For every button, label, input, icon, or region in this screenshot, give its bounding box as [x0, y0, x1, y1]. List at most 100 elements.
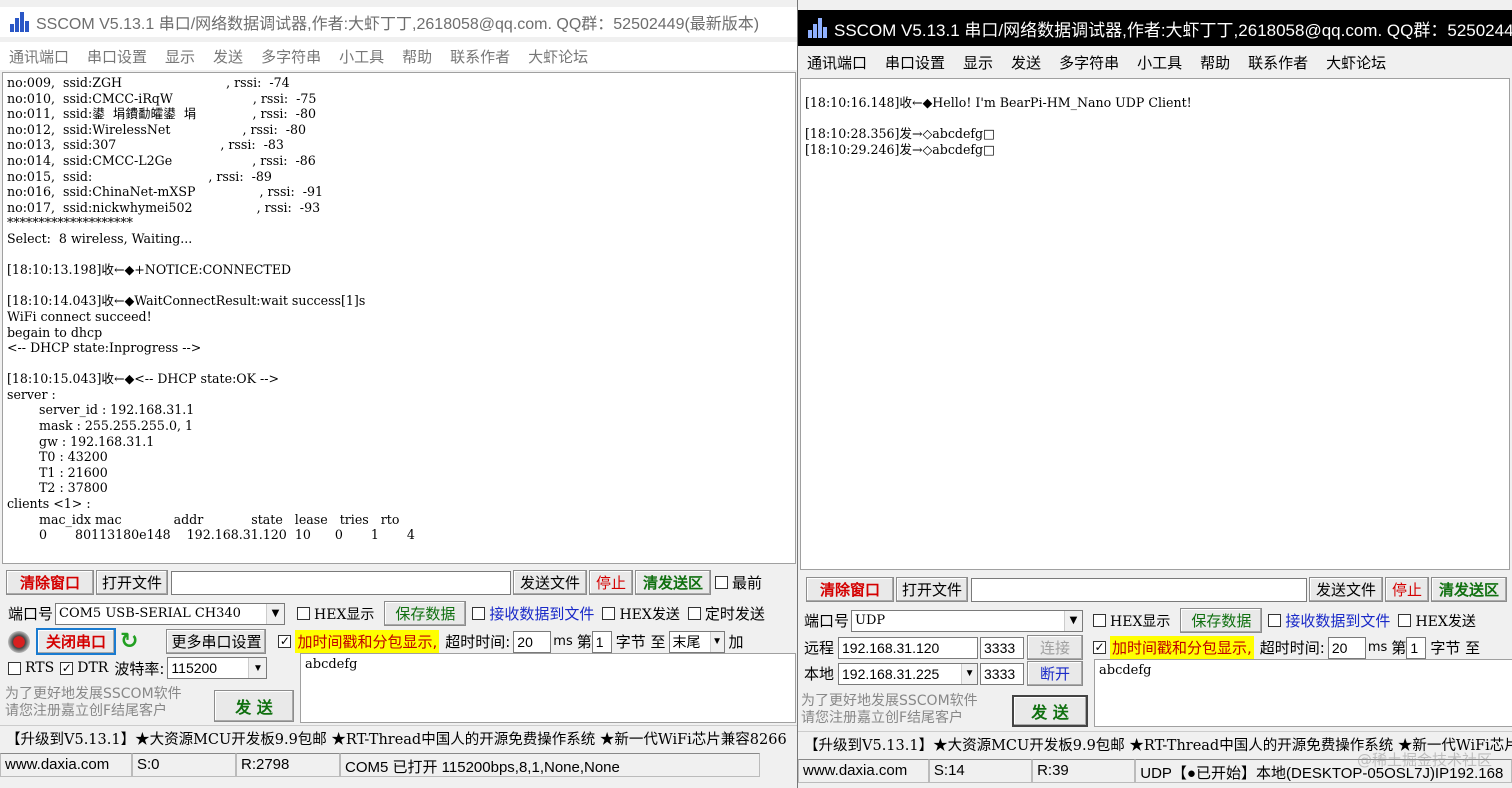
hex-send-checkbox[interactable] — [1398, 614, 1412, 627]
menu-item-help[interactable]: 帮助 — [1191, 48, 1239, 76]
clear-window-button[interactable]: 清除窗口 — [6, 570, 94, 595]
tail-value: 末尾 — [672, 633, 701, 650]
nth-input[interactable]: 1 — [1406, 636, 1427, 659]
chevron-down-icon[interactable]: ▼ — [248, 658, 267, 678]
baud-select[interactable]: 115200 ▼ — [167, 657, 268, 679]
port-select[interactable]: COM5 USB-SERIAL CH340 ▼ — [55, 602, 286, 625]
recv-to-file-checkbox[interactable] — [1268, 614, 1282, 627]
send-textarea[interactable]: abcdefg — [300, 653, 796, 723]
chevron-down-icon[interactable]: ▼ — [1064, 610, 1083, 631]
menu-item-multi-string[interactable]: 多字符串 — [252, 42, 330, 70]
chevron-down-icon[interactable]: ▼ — [961, 663, 978, 684]
port-label: 端口号 — [804, 612, 850, 630]
port-select[interactable]: UDP ▼ — [851, 609, 1084, 632]
send-file-button[interactable]: 发送文件 — [1309, 577, 1383, 602]
log-line: no:017, ssid:nickwhymei502 , rssi: -93 — [7, 199, 321, 215]
hex-send-checkbox[interactable] — [602, 607, 616, 620]
tail-select[interactable]: 末尾 ▼ — [668, 630, 725, 653]
append-label: 加 — [728, 633, 744, 651]
log-line: no:015, ssid: , rssi: -89 — [7, 168, 272, 184]
menu-item-port[interactable]: 通讯端口 — [798, 48, 876, 76]
timeout-input[interactable]: 20 — [513, 630, 552, 653]
more-serial-settings-button[interactable]: 更多串口设置 — [166, 629, 267, 654]
timeout-input[interactable]: 20 — [1327, 636, 1366, 659]
recv-to-file-checkbox[interactable] — [472, 607, 486, 620]
title-bar[interactable]: SSCOM V5.13.1 串口/网络数据调试器,作者:大虾丁丁,2618058… — [0, 7, 798, 37]
menu-item-port[interactable]: 通讯端口 — [0, 42, 78, 70]
timestamp-checkbox[interactable]: ✓ — [278, 635, 292, 648]
remote-label: 远程 — [804, 639, 835, 657]
dtr-checkbox[interactable]: ✓ — [60, 661, 74, 675]
open-file-button[interactable]: 打开文件 — [896, 577, 968, 602]
log-line: [18:10:13.198]收←◆+NOTICE:CONNECTED — [7, 262, 292, 278]
disconnect-button[interactable]: 断开 — [1027, 661, 1084, 686]
chevron-down-icon[interactable]: ▼ — [709, 631, 724, 652]
save-data-button[interactable]: 保存数据 — [384, 601, 467, 626]
nth-input[interactable]: 1 — [591, 630, 612, 653]
sscom-window-udp: SSCOM V5.13.1 串口/网络数据调试器,作者:大虾丁丁,2618058… — [797, 0, 1512, 788]
save-data-button[interactable]: 保存数据 — [1180, 608, 1263, 633]
refresh-icon[interactable]: ↻ — [120, 629, 138, 654]
file-path-input[interactable] — [971, 577, 1307, 602]
send-file-button[interactable]: 发送文件 — [513, 570, 587, 595]
menu-item-send[interactable]: 发送 — [204, 42, 252, 70]
connect-button[interactable]: 连接 — [1027, 635, 1084, 660]
menu-item-forum[interactable]: 大虾论坛 — [519, 42, 597, 70]
receive-log[interactable]: [18:10:16.148]收←◆Hello! I'm BearPi-HM_Na… — [800, 78, 1510, 570]
log-line: server_id : 192.168.31.1 — [7, 402, 195, 418]
menu-item-serial-settings[interactable]: 串口设置 — [876, 48, 954, 76]
log-line: T1 : 21600 — [7, 464, 108, 480]
menu-item-tools[interactable]: 小工具 — [330, 42, 393, 70]
send-button[interactable]: 发 送 — [214, 690, 294, 722]
baud-value: 115200 — [171, 660, 218, 676]
menu-item-display[interactable]: 显示 — [954, 48, 1002, 76]
status-website[interactable]: www.daxia.com — [0, 753, 132, 777]
button-row: 清除窗口 打开文件 发送文件 停止 清发送区 — [806, 577, 1507, 602]
receive-log[interactable]: no:009, ssid:ZGH , rssi: -74 no:010, ssid… — [2, 72, 796, 564]
menu-item-display[interactable]: 显示 — [156, 42, 204, 70]
menu-item-help[interactable]: 帮助 — [393, 42, 441, 70]
timed-send-checkbox[interactable] — [687, 607, 701, 620]
send-textarea[interactable]: abcdefg — [1094, 659, 1512, 727]
clear-window-button[interactable]: 清除窗口 — [806, 577, 894, 602]
log-line: [18:10:14.043]收←◆WaitConnectResult:wait … — [7, 293, 366, 309]
clear-send-area-button[interactable]: 清发送区 — [1431, 577, 1507, 602]
port-row: 端口号 COM5 USB-SERIAL CH340 ▼ HEX显示 保存数据 接收… — [8, 601, 765, 626]
register-hint: 为了更好地发展SSCOM软件 请您注册嘉立创F结尾客户 — [801, 693, 978, 726]
send-button[interactable]: 发 送 — [1012, 695, 1088, 727]
file-path-input[interactable] — [171, 570, 511, 595]
menu-item-forum[interactable]: 大虾论坛 — [1317, 48, 1395, 76]
rts-dtr-row: RTS ✓ DTR 波特率: 115200 ▼ — [8, 657, 268, 679]
hex-display-checkbox[interactable] — [297, 607, 311, 620]
menu-item-send[interactable]: 发送 — [1002, 48, 1050, 76]
remote-port-input[interactable]: 3333 — [980, 636, 1025, 659]
log-line: no:012, ssid:WirelessNet , rssi: -80 — [7, 121, 306, 137]
menu-item-contact[interactable]: 联系作者 — [1239, 48, 1317, 76]
remote-ip-input[interactable]: 192.168.31.120 — [838, 636, 979, 659]
record-icon — [8, 630, 30, 653]
open-file-button[interactable]: 打开文件 — [96, 570, 168, 595]
status-website[interactable]: www.daxia.com — [798, 759, 929, 783]
menu-item-serial-settings[interactable]: 串口设置 — [78, 42, 156, 70]
stop-button[interactable]: 停止 — [1385, 577, 1429, 602]
status-bar: www.daxia.com S:0 R:2798 COM5 已打开 115200… — [0, 753, 798, 779]
promo-banner[interactable]: 【升级到V5.13.1】★大资源MCU开发板9.9包邮 ★RT-Thread中国… — [0, 725, 798, 751]
local-port-input[interactable]: 3333 — [980, 662, 1025, 685]
menu-item-tools[interactable]: 小工具 — [1128, 48, 1191, 76]
menu-item-contact[interactable]: 联系作者 — [441, 42, 519, 70]
timestamp-checkbox[interactable]: ✓ — [1093, 641, 1107, 654]
register-hint: 为了更好地发展SSCOM软件 请您注册嘉立创F结尾客户 — [5, 686, 182, 719]
chevron-down-icon[interactable]: ▼ — [266, 603, 285, 624]
status-received: R:39 — [1032, 759, 1136, 783]
topmost-checkbox[interactable] — [715, 576, 728, 589]
clear-send-area-button[interactable]: 清发送区 — [635, 570, 711, 595]
stop-button[interactable]: 停止 — [589, 570, 633, 595]
menu-item-multi-string[interactable]: 多字符串 — [1050, 48, 1128, 76]
close-port-button[interactable]: 关闭串口 — [36, 628, 116, 655]
title-bar[interactable]: SSCOM V5.13.1 串口/网络数据调试器,作者:大虾丁丁,2618058… — [798, 10, 1512, 46]
local-ip-value: 192.168.31.225 — [842, 665, 940, 682]
rts-checkbox[interactable] — [8, 661, 21, 675]
local-ip-select[interactable]: 192.168.31.225 ▼ — [838, 662, 979, 685]
hex-display-checkbox[interactable] — [1093, 614, 1107, 627]
